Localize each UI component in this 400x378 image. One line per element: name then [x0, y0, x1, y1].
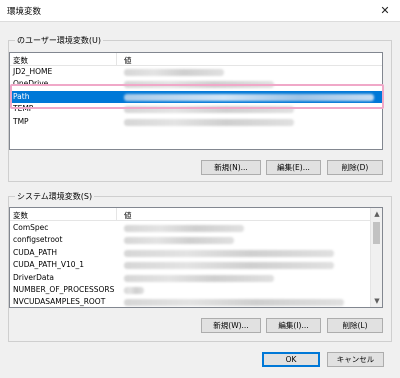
user-new-button[interactable]: 新規(N)... — [201, 160, 261, 175]
table-row-cuda-path[interactable]: CUDA_PATH — [10, 247, 371, 259]
user-edit-button[interactable]: 編集(E)... — [266, 160, 321, 175]
table-row-tmp[interactable]: TMP — [10, 116, 382, 128]
variable-name: NVCUDASAMPLES_ROOT — [13, 297, 106, 307]
variable-value-blurred — [124, 237, 234, 245]
table-row-number-of-processors[interactable]: NUMBER_OF_PROCESSORS — [10, 284, 371, 296]
system-edit-button[interactable]: 編集(I)... — [266, 318, 321, 333]
system-new-button[interactable]: 新規(W)... — [201, 318, 261, 333]
variable-name: DriverData — [13, 272, 54, 282]
column-separator[interactable] — [116, 208, 117, 221]
table-row-temp[interactable]: TEMP — [10, 103, 382, 115]
window-title: 環境変数 — [7, 7, 42, 17]
table-row-jd2-home[interactable]: JD2_HOME — [10, 66, 382, 78]
cancel-button[interactable]: キャンセル — [327, 352, 384, 367]
variable-value-blurred — [124, 286, 144, 294]
variable-value-blurred — [124, 106, 294, 114]
variable-value-blurred — [124, 225, 244, 232]
variable-value-blurred — [124, 118, 294, 126]
list-header: 変数 値 — [10, 53, 382, 66]
chevron-down-icon[interactable]: ▼ — [371, 295, 382, 307]
table-row-configsetroot[interactable]: configsetroot — [10, 234, 371, 246]
variable-name: configsetroot — [13, 235, 63, 245]
column-separator[interactable] — [116, 53, 117, 66]
system-variables-label: システム環境変数(S) — [15, 191, 95, 202]
table-row-driverdata[interactable]: DriverData — [10, 272, 371, 284]
variable-name: TEMP — [13, 104, 34, 114]
vertical-scrollbar[interactable]: ▲ ▼ — [370, 208, 382, 307]
table-row-cuda-path-v10-1[interactable]: CUDA_PATH_V10_1 — [10, 259, 371, 271]
variable-name: ComSpec — [13, 223, 49, 232]
ok-button[interactable]: OK — [262, 352, 320, 367]
variable-name: JD2_HOME — [13, 67, 53, 76]
variable-value-blurred — [124, 262, 334, 270]
system-variables-list[interactable]: 変数 値 ComSpec configsetroot CUDA_PATH CUD… — [9, 207, 383, 308]
variable-name: NUMBER_OF_PROCESSORS — [13, 284, 115, 294]
user-delete-button[interactable]: 削除(D) — [327, 160, 383, 175]
column-header-value[interactable]: 値 — [124, 210, 132, 221]
table-row-onedrive[interactable]: OneDrive — [10, 78, 382, 90]
variable-name: Path — [13, 91, 30, 101]
variable-value-blurred — [124, 274, 274, 282]
variable-value-blurred — [124, 249, 334, 257]
system-delete-button[interactable]: 削除(L) — [327, 318, 383, 333]
column-header-name[interactable]: 変数 — [13, 55, 28, 66]
title-bar: 環境変数 ✕ — [0, 0, 400, 22]
column-header-value[interactable]: 値 — [124, 55, 132, 66]
variable-name: TMP — [13, 116, 29, 126]
column-header-name[interactable]: 変数 — [13, 210, 28, 221]
variable-value-blurred — [124, 69, 224, 76]
user-variables-list[interactable]: 変数 値 JD2_HOME OneDrive Path TEMP TMP — [9, 52, 383, 150]
table-row-comspec[interactable]: ComSpec — [10, 222, 371, 234]
table-row-path[interactable]: Path — [10, 90, 382, 104]
variable-value-blurred — [124, 93, 374, 101]
variable-name: CUDA_PATH — [13, 247, 58, 257]
variable-value-blurred — [124, 81, 274, 89]
chevron-up-icon[interactable]: ▲ — [371, 208, 382, 220]
user-variables-label: のユーザー環境変数(U) — [15, 35, 103, 46]
scrollbar-thumb[interactable] — [373, 222, 380, 244]
variable-name: OneDrive — [13, 79, 49, 89]
list-header: 変数 値 — [10, 208, 371, 221]
variable-value-blurred — [124, 299, 344, 307]
close-icon[interactable]: ✕ — [376, 2, 394, 20]
table-row-nvcudasamples-root[interactable]: NVCUDASAMPLES_ROOT — [10, 296, 371, 307]
variable-name: CUDA_PATH_V10_1 — [13, 260, 85, 270]
